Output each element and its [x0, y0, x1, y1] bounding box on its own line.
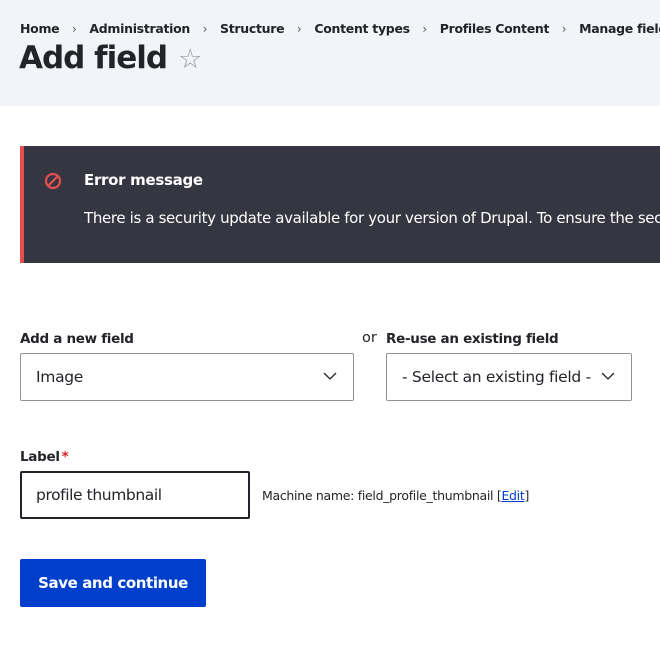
breadcrumb-structure[interactable]: Structure: [220, 21, 285, 36]
breadcrumb-content-types[interactable]: Content types: [314, 21, 410, 36]
page-title: Add field: [19, 40, 168, 76]
breadcrumb-profiles-content[interactable]: Profiles Content: [440, 21, 550, 36]
breadcrumb: Home › Administration › Structure › Cont…: [20, 21, 660, 36]
breadcrumb-administration[interactable]: Administration: [89, 21, 190, 36]
page-header: Home › Administration › Structure › Cont…: [0, 0, 660, 106]
reuse-field-value: - Select an existing field -: [402, 368, 591, 386]
label-field-label-text: Label: [20, 449, 60, 465]
breadcrumb-separator: ›: [561, 21, 567, 36]
chevron-down-icon: [601, 372, 615, 380]
reuse-field-label: Re-use an existing field: [386, 331, 559, 347]
or-text: or: [362, 330, 377, 346]
breadcrumb-separator: ›: [296, 21, 302, 36]
error-message: Error message There is a security update…: [20, 146, 660, 263]
page-title-container: Add field ☆: [19, 40, 202, 76]
bracket-close: ]: [524, 488, 530, 503]
machine-name: Machine name: field_profile_thumbnail [E…: [262, 488, 529, 503]
breadcrumb-home[interactable]: Home: [20, 21, 60, 36]
label-input[interactable]: [20, 471, 250, 519]
breadcrumb-separator: ›: [71, 21, 77, 36]
add-new-field-label: Add a new field: [20, 331, 134, 347]
prohibited-circle-icon: [44, 172, 62, 190]
error-text: There is a security update available for…: [84, 209, 660, 227]
chevron-down-icon: [323, 372, 337, 380]
required-marker: *: [61, 449, 69, 465]
error-title: Error message: [84, 171, 203, 189]
breadcrumb-separator: ›: [202, 21, 208, 36]
breadcrumb-manage-fields[interactable]: Manage fields: [579, 21, 660, 36]
save-and-continue-button[interactable]: Save and continue: [20, 559, 206, 607]
machine-name-edit-link[interactable]: Edit: [501, 488, 524, 503]
favorite-star-icon[interactable]: ☆: [178, 44, 202, 75]
breadcrumb-separator: ›: [422, 21, 428, 36]
reuse-field-select[interactable]: - Select an existing field -: [386, 353, 632, 401]
label-field-label: Label *: [20, 449, 69, 465]
machine-name-text: Machine name: field_profile_thumbnail: [262, 488, 494, 503]
add-new-field-value: Image: [36, 368, 84, 386]
add-new-field-select[interactable]: Image: [20, 353, 354, 401]
